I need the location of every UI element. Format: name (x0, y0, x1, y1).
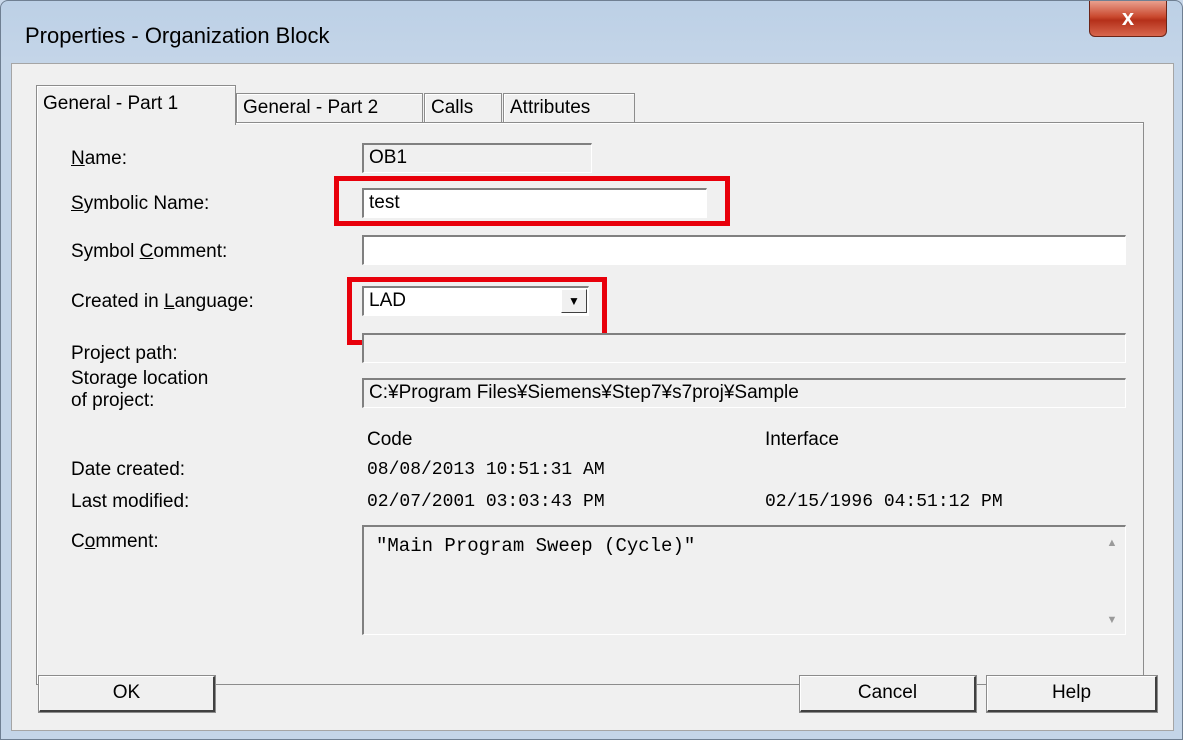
code-column-header: Code (367, 429, 413, 450)
properties-dialog: Properties - Organization Block x Genera… (0, 0, 1183, 740)
symbolic-name-label: Symbolic Name: (71, 193, 210, 214)
tab-general-part-2[interactable]: General - Part 2 (236, 93, 423, 123)
window-title: Properties - Organization Block (25, 23, 330, 48)
comment-textarea[interactable]: "Main Program Sweep (Cycle)" ▲ ▼ (362, 525, 1126, 635)
ok-button[interactable]: OK (38, 675, 216, 713)
scroll-up-icon[interactable]: ▲ (1099, 537, 1125, 549)
interface-column-header: Interface (765, 429, 839, 450)
tab-general-part-1[interactable]: General - Part 1 (36, 85, 236, 125)
comment-label: Comment: (71, 531, 159, 552)
help-button[interactable]: Help (986, 675, 1158, 713)
project-path-label: Project path: (71, 343, 178, 364)
storage-location-field: C:¥Program Files¥Siemens¥Step7¥s7proj¥Sa… (362, 378, 1126, 408)
help-button-label: Help (1051, 682, 1092, 703)
storage-location-label-line2: of project: (71, 390, 155, 411)
project-path-field (362, 333, 1126, 363)
comment-scrollbar[interactable]: ▲ ▼ (1099, 527, 1125, 634)
tab-label: General - Part 2 (243, 97, 379, 118)
symbol-comment-input[interactable] (362, 235, 1126, 265)
last-modified-label: Last modified: (71, 491, 190, 512)
dialog-client-area: General - Part 1 General - Part 2 Calls … (11, 63, 1174, 731)
cancel-button[interactable]: Cancel (799, 675, 977, 713)
tab-calls[interactable]: Calls (424, 93, 502, 123)
tab-label: Calls (431, 97, 474, 118)
date-created-code: 08/08/2013 10:51:31 AM (367, 460, 605, 480)
highlight-symbolic-name (334, 176, 730, 226)
last-modified-interface: 02/15/1996 04:51:12 PM (765, 492, 1003, 512)
ok-button-label: OK (112, 682, 141, 703)
created-in-language-label: Created in Language: (71, 291, 254, 312)
date-created-label: Date created: (71, 459, 186, 480)
last-modified-code: 02/07/2001 03:03:43 PM (367, 492, 605, 512)
name-field: OB1 (362, 143, 592, 173)
tab-label: General - Part 1 (43, 93, 179, 114)
tab-attributes[interactable]: Attributes (503, 93, 635, 123)
storage-location-label-line1: Storage location (71, 368, 209, 389)
close-icon: x (1121, 5, 1135, 30)
name-label: Name: (71, 148, 127, 169)
comment-text: "Main Program Sweep (Cycle)" (376, 535, 696, 557)
general-part-1-panel: Name: OB1 Symbolic Name: test Symbol Com… (36, 122, 1144, 685)
close-button[interactable]: x (1089, 1, 1167, 37)
tab-label: Attributes (510, 97, 591, 118)
cancel-button-label: Cancel (857, 682, 918, 703)
scroll-down-icon[interactable]: ▼ (1099, 614, 1125, 626)
title-bar[interactable]: Properties - Organization Block x (1, 1, 1182, 63)
symbol-comment-label: Symbol Comment: (71, 241, 228, 262)
